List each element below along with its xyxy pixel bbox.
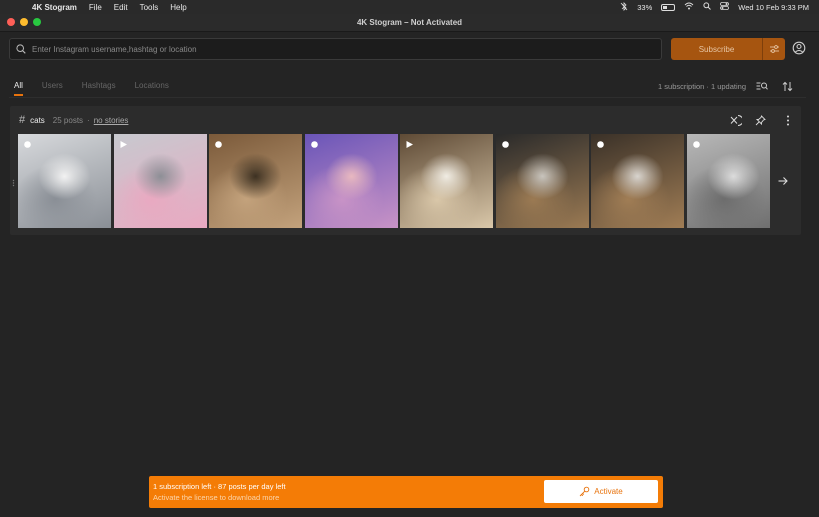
- next-posts-button[interactable]: [777, 174, 791, 188]
- post-thumbnail[interactable]: [687, 134, 770, 228]
- search-input[interactable]: [32, 44, 632, 54]
- post-thumbnail[interactable]: [18, 134, 111, 228]
- close-refresh-icon: [730, 114, 742, 126]
- search-subscriptions-button[interactable]: [755, 79, 769, 93]
- menu-help[interactable]: Help: [170, 3, 186, 12]
- photo-select-icon: [24, 141, 31, 148]
- stories-link[interactable]: no stories: [94, 116, 129, 125]
- sort-button[interactable]: [780, 79, 794, 93]
- menu-edit[interactable]: Edit: [114, 3, 128, 12]
- activate-label: Activate: [594, 487, 623, 496]
- sliders-icon: [769, 45, 779, 53]
- key-icon: [579, 486, 590, 497]
- bluetooth-off-icon[interactable]: [620, 1, 628, 13]
- pin-button[interactable]: [753, 113, 767, 127]
- subscription-settings-button[interactable]: [762, 38, 785, 60]
- menu-file[interactable]: File: [89, 3, 102, 12]
- subscription-header: # cats 25 posts · no stories: [19, 114, 128, 126]
- menu-tools[interactable]: Tools: [140, 3, 159, 12]
- subscription-tag[interactable]: cats: [30, 116, 45, 125]
- account-button[interactable]: [792, 41, 806, 55]
- photo-select-icon: [215, 141, 222, 148]
- wifi-icon[interactable]: [684, 2, 694, 12]
- menubar-status-area: 33% Wed 10 Feb 9:33 PM: [620, 0, 809, 14]
- post-thumbnail[interactable]: [496, 134, 589, 228]
- search-bar: [9, 38, 662, 60]
- activate-hint-text: Activate the license to download more: [153, 493, 280, 502]
- photo-select-icon: [597, 141, 604, 148]
- account-icon: [792, 41, 806, 55]
- post-thumbnail[interactable]: [305, 134, 398, 228]
- battery-percent: 33%: [637, 2, 653, 12]
- post-thumbnails: [18, 134, 770, 228]
- subscription-status: 1 subscription · 1 updating: [658, 82, 746, 91]
- arrow-right-icon: [778, 177, 788, 185]
- tab-users[interactable]: Users: [42, 81, 63, 96]
- header-separator: ·: [87, 115, 90, 125]
- battery-icon[interactable]: [661, 3, 676, 11]
- video-play-icon: [406, 141, 413, 148]
- window-titlebar: 4K Stogram – Not Activated: [0, 14, 819, 32]
- tab-hashtags[interactable]: Hashtags: [82, 81, 116, 96]
- menu-app-name[interactable]: 4K Stogram: [32, 3, 77, 12]
- tab-all[interactable]: All: [14, 81, 23, 96]
- post-thumbnail[interactable]: [114, 134, 207, 228]
- stop-updating-button[interactable]: [728, 113, 742, 127]
- list-search-icon: [756, 82, 768, 90]
- search-icon: [16, 44, 26, 54]
- photo-select-icon: [502, 141, 509, 148]
- tab-locations[interactable]: Locations: [135, 81, 169, 96]
- macos-menubar: 4K Stogram File Edit Tools Help 33% Wed …: [0, 0, 819, 14]
- post-thumbnail[interactable]: [591, 134, 684, 228]
- filter-tabs: All Users Hashtags Locations: [14, 81, 188, 96]
- activate-button[interactable]: Activate: [544, 480, 658, 503]
- sort-arrows-icon: [782, 81, 792, 91]
- control-center-icon[interactable]: [720, 2, 730, 12]
- subscription-card[interactable]: # cats 25 posts · no stories: [10, 106, 801, 235]
- photo-select-icon: [311, 141, 318, 148]
- more-vertical-icon: [787, 115, 789, 125]
- tabs-divider: [9, 97, 806, 98]
- spotlight-icon[interactable]: [703, 2, 712, 12]
- hashtag-icon: #: [19, 114, 26, 126]
- more-options-button[interactable]: [781, 113, 795, 127]
- post-count: 25 posts: [52, 115, 84, 125]
- post-thumbnail[interactable]: [209, 134, 302, 228]
- window-title: 4K Stogram – Not Activated: [356, 18, 463, 27]
- drag-handle-icon[interactable]: [12, 176, 15, 187]
- menubar-clock[interactable]: Wed 10 Feb 9:33 PM: [738, 3, 809, 12]
- pin-icon: [755, 114, 766, 125]
- limits-text: 1 subscription left · 87 posts per day l…: [153, 482, 286, 491]
- video-play-icon: [120, 141, 127, 148]
- photo-select-icon: [693, 141, 700, 148]
- activation-banner: 1 subscription left · 87 posts per day l…: [149, 476, 663, 508]
- post-thumbnail[interactable]: [400, 134, 493, 228]
- subscribe-button[interactable]: Subscribe: [671, 38, 762, 60]
